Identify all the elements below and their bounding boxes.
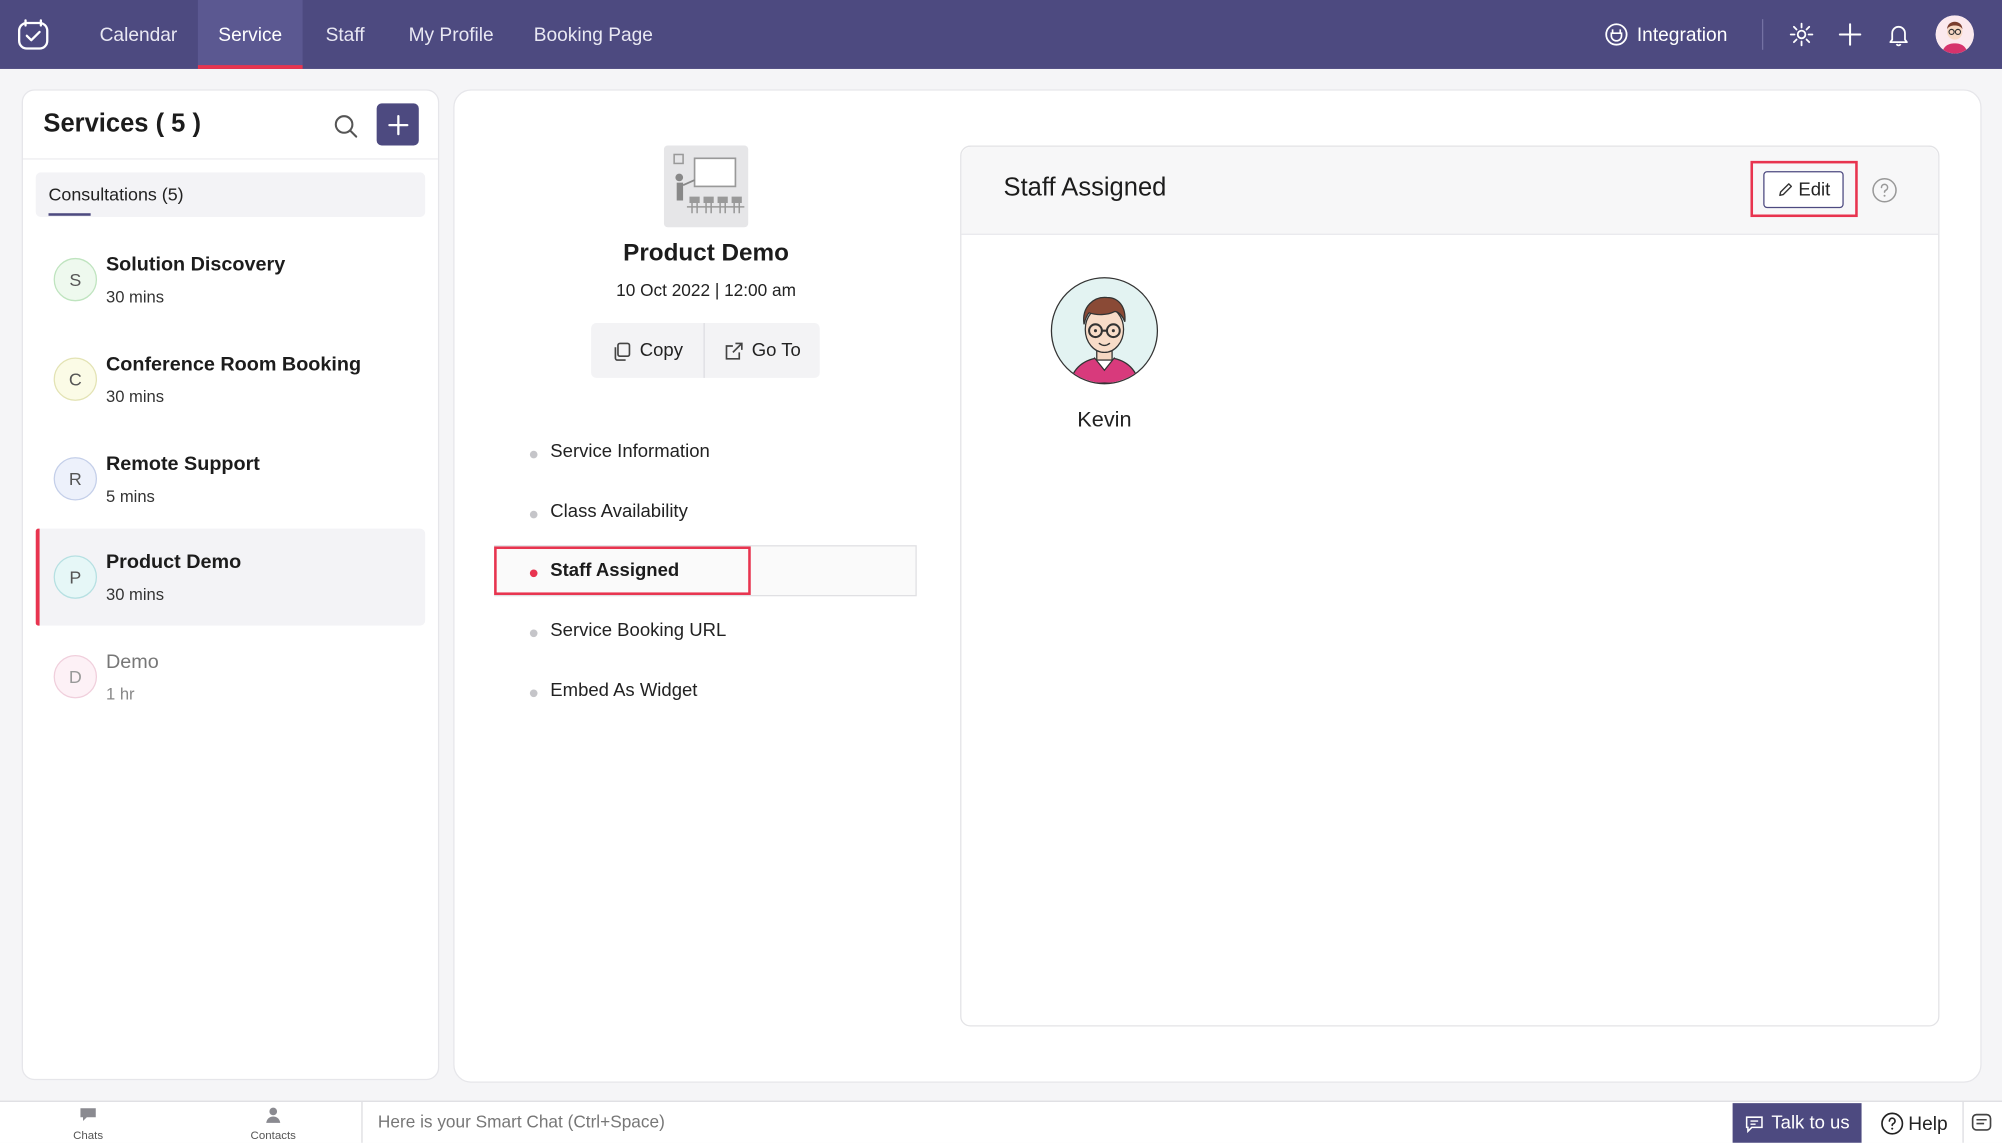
search-icon[interactable] [332,112,360,140]
section-dot-active [529,569,538,578]
contacts-button[interactable]: Contacts [237,1106,309,1142]
integration-button[interactable]: Integration [1604,18,1728,51]
app-logo-icon[interactable] [15,17,51,53]
help-question-icon[interactable] [1872,177,1898,203]
tab-booking-page[interactable]: Booking Page [513,0,673,69]
tab-service[interactable]: Service [197,0,303,69]
service-item-product-demo[interactable]: P Product Demo 30 mins [35,528,426,626]
staff-assigned-card: Staff Assigned Edit Kevin [960,145,1940,1027]
service-item-remote-support[interactable]: R Remote Support 5 mins [36,430,425,527]
section-embed-as-widget[interactable]: Embed As Widget [529,680,698,701]
app-window: Calendar Service Staff My Profile Bookin… [0,0,2002,1143]
section-service-information[interactable]: Service Information [529,441,710,463]
service-avatar: D [53,654,98,699]
tab-my-profile[interactable]: My Profile [388,0,514,69]
integration-icon [1605,23,1628,46]
goto-button[interactable]: Go To [705,323,820,378]
edit-label: Edit [1798,179,1831,200]
service-name: Product Demo [105,551,242,574]
staff-avatar-kevin[interactable] [1050,277,1159,385]
service-duration: 30 mins [105,386,165,407]
services-panel: Services ( 5 ) Consultations (5) S Solut… [21,89,440,1081]
chats-button[interactable]: Chats [56,1106,120,1142]
nav-divider [1761,19,1764,50]
goto-label: Go To [751,340,801,361]
talk-to-us-label: Talk to us [1771,1113,1850,1134]
talk-to-us-button[interactable]: Talk to us [1732,1103,1862,1143]
service-duration: 1 hr [105,684,135,704]
service-name: Conference Room Booking [105,353,362,376]
edit-button[interactable]: Edit [1763,171,1844,209]
help-circle-icon [1880,1112,1903,1135]
service-detail-name: Product Demo [623,240,789,267]
support-widget-icon[interactable] [1970,1111,1993,1134]
section-label: Staff Assigned [550,560,680,581]
service-item-conference-room-booking[interactable]: C Conference Room Booking 30 mins [36,331,425,428]
service-item-solution-discovery[interactable]: S Solution Discovery 30 mins [36,231,425,328]
help-button[interactable]: Help [1865,1103,1962,1143]
section-staff-assigned[interactable]: Staff Assigned [529,560,680,581]
section-label: Class Availability [550,501,688,523]
service-item-demo[interactable]: D Demo 1 hr [36,628,425,725]
section-label: Embed As Widget [550,680,698,701]
service-avatar: C [53,357,98,401]
service-avatar: P [53,555,98,599]
service-name: Remote Support [105,453,260,475]
staff-card-header: Staff Assigned Edit [961,146,1939,235]
top-nav-bar: Calendar Service Staff My Profile Bookin… [0,0,2002,69]
staff-name: Kevin [1077,407,1132,432]
tab-calendar[interactable]: Calendar [79,0,198,69]
plus-icon [387,114,408,135]
add-service-button[interactable] [376,103,419,146]
service-illustration [663,145,749,228]
section-label: Service Information [550,441,710,463]
copy-label: Copy [639,340,683,361]
settings-gear-icon[interactable] [1784,17,1820,53]
integration-label: Integration [1636,23,1728,46]
bottom-bar: Chats Contacts Here is your Smart Chat (… [0,1100,2002,1143]
service-avatar: R [53,457,98,501]
section-dot [529,510,538,519]
service-duration: 30 mins [105,287,165,307]
section-service-booking-url[interactable]: Service Booking URL [529,620,727,641]
section-dot [529,689,538,698]
panel-divider [22,158,438,160]
section-dot [529,450,538,459]
section-class-availability[interactable]: Class Availability [529,501,688,523]
chat-bubble-icon [80,1108,96,1122]
message-icon [1746,1115,1764,1133]
category-tab-consultations[interactable]: Consultations (5) [35,172,426,218]
action-button-group: Copy Go To [591,323,820,378]
service-duration: 30 mins [105,584,165,604]
external-link-icon [725,341,743,359]
service-name: Demo [105,651,159,673]
pencil-icon [1778,183,1792,197]
notification-bell-icon[interactable] [1881,17,1917,53]
help-label: Help [1908,1112,1948,1135]
contact-person-icon [266,1107,281,1123]
category-underline [48,213,91,216]
section-dot [529,629,538,638]
category-label: Consultations (5) [48,183,184,205]
services-title: Services ( 5 ) [43,109,201,138]
service-datetime: 10 Oct 2022 | 12:00 am [616,280,796,301]
add-plus-icon[interactable] [1832,17,1868,53]
copy-button[interactable]: Copy [591,323,703,378]
copy-icon [614,341,631,361]
user-avatar[interactable] [1935,15,1974,54]
bottom-divider [1962,1101,1964,1143]
service-avatar: S [53,257,98,302]
bottom-divider [361,1101,363,1143]
tab-staff[interactable]: Staff [305,0,385,69]
service-duration: 5 mins [105,486,155,506]
contacts-label: Contacts [250,1128,296,1142]
smart-chat-input[interactable]: Here is your Smart Chat (Ctrl+Space) [378,1112,665,1131]
chats-label: Chats [73,1128,104,1142]
staff-card-title: Staff Assigned [1003,173,1167,202]
section-label: Service Booking URL [550,620,727,641]
service-name: Solution Discovery [105,254,286,276]
